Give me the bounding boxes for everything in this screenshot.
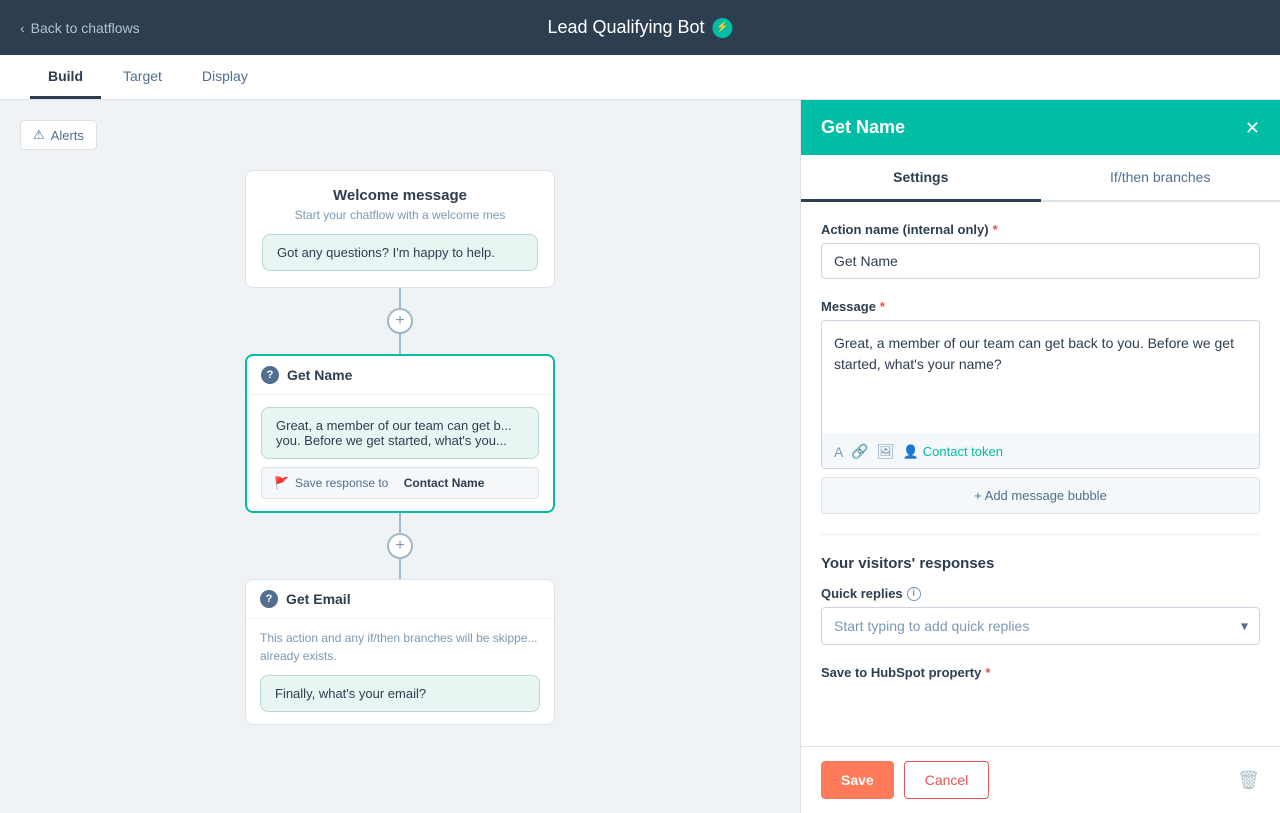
- quick-replies-select[interactable]: Start typing to add quick replies: [821, 607, 1260, 645]
- quick-replies-select-wrapper: Start typing to add quick replies: [821, 607, 1260, 645]
- canvas-area: ⚠ Alerts Welcome message Start your chat…: [0, 100, 800, 813]
- welcome-bubble: Got any questions? I'm happy to help.: [262, 234, 538, 271]
- panel-body: Action name (internal only) * Message * …: [801, 202, 1280, 746]
- cancel-button[interactable]: Cancel: [904, 761, 990, 799]
- connector-line-4: [399, 559, 401, 579]
- connector-line-3: [399, 513, 401, 533]
- alerts-icon: ⚠: [33, 127, 45, 143]
- alerts-label: Alerts: [51, 128, 84, 143]
- add-bubble-button[interactable]: + Add message bubble: [821, 477, 1260, 514]
- get-name-block: ? Get Name Great, a member of our team c…: [245, 354, 555, 513]
- get-name-header: ? Get Name: [247, 356, 553, 395]
- quick-replies-info-icon[interactable]: i: [907, 587, 921, 601]
- message-toolbar: A 🔗 🖼 👤 Contact token: [822, 434, 1259, 468]
- add-step-btn-1[interactable]: +: [387, 308, 413, 334]
- back-link-label: Back to chatflows: [31, 20, 140, 36]
- panel-tab-settings[interactable]: Settings: [801, 155, 1041, 202]
- main-layout: ⚠ Alerts Welcome message Start your chat…: [0, 100, 1280, 813]
- message-group: Message * A 🔗 🖼 👤 Contact token: [821, 299, 1260, 514]
- tab-target[interactable]: Target: [105, 56, 180, 99]
- connector-line-1: [399, 288, 401, 308]
- toolbar-image-icon[interactable]: 🖼: [877, 443, 895, 460]
- nav-title-text: Lead Qualifying Bot: [547, 17, 704, 38]
- nav-title: Lead Qualifying Bot ⚡: [547, 17, 732, 38]
- get-email-header: ? Get Email: [246, 580, 554, 619]
- get-name-icon: ?: [261, 366, 279, 384]
- get-email-bubble: Finally, what's your email?: [260, 675, 540, 712]
- welcome-block: Welcome message Start your chatflow with…: [245, 170, 555, 288]
- add-step-btn-2[interactable]: +: [387, 533, 413, 559]
- nav-status-icon: ⚡: [713, 18, 733, 38]
- action-name-input[interactable]: [821, 243, 1260, 279]
- visitors-responses-section: Your visitors' responses Quick replies i…: [821, 555, 1260, 680]
- get-name-title: Get Name: [287, 367, 352, 383]
- connector-line-2: [399, 334, 401, 354]
- back-chevron-icon: ‹: [20, 20, 25, 36]
- quick-replies-group: Quick replies i Start typing to add quic…: [821, 586, 1260, 645]
- delete-icon[interactable]: 🗑: [1237, 770, 1260, 791]
- back-to-chatflows-link[interactable]: ‹ Back to chatflows: [20, 20, 140, 36]
- top-nav: ‹ Back to chatflows Lead Qualifying Bot …: [0, 0, 1280, 55]
- panel-footer: Save Cancel 🗑: [801, 746, 1280, 813]
- flag-icon: 🚩: [274, 476, 289, 490]
- save-response-target: Contact Name: [404, 476, 485, 490]
- get-name-body: Great, a member of our team can get b...…: [247, 395, 553, 511]
- canvas-content: Welcome message Start your chatflow with…: [20, 120, 780, 725]
- action-name-required: *: [993, 222, 998, 237]
- save-hubspot-group: Save to HubSpot property *: [821, 665, 1260, 680]
- welcome-block-subtitle: Start your chatflow with a welcome mes: [262, 208, 538, 222]
- message-textarea[interactable]: [822, 321, 1259, 429]
- panel-tabs: Settings If/then branches: [801, 155, 1280, 202]
- connector-2: +: [387, 513, 413, 579]
- divider-1: [821, 534, 1260, 535]
- get-email-dim-text: This action and any if/then branches wil…: [246, 619, 554, 675]
- panel-tab-ifthen[interactable]: If/then branches: [1041, 155, 1280, 202]
- save-response-row: 🚩 Save response to Contact Name: [261, 467, 539, 499]
- get-name-bubble: Great, a member of our team can get b...…: [261, 407, 539, 459]
- action-name-label: Action name (internal only) *: [821, 222, 1260, 237]
- tab-display[interactable]: Display: [184, 56, 266, 99]
- alerts-button[interactable]: ⚠ Alerts: [20, 120, 97, 150]
- person-icon: 👤: [903, 444, 919, 460]
- save-hubspot-label: Save to HubSpot property *: [821, 665, 1260, 680]
- save-response-label: Save response to: [295, 476, 388, 490]
- message-editor: A 🔗 🖼 👤 Contact token: [821, 320, 1260, 469]
- save-hubspot-required: *: [985, 665, 990, 680]
- quick-replies-label: Quick replies i: [821, 586, 1260, 601]
- toolbar-bold-icon[interactable]: A: [834, 444, 843, 460]
- visitors-responses-title: Your visitors' responses: [821, 555, 1260, 572]
- toolbar-link-icon[interactable]: 🔗: [851, 443, 868, 460]
- contact-token-button[interactable]: 👤 Contact token: [903, 444, 1003, 460]
- get-email-icon: ?: [260, 590, 278, 608]
- panel-header: Get Name ✕: [801, 100, 1280, 155]
- connector-1: +: [387, 288, 413, 354]
- action-name-group: Action name (internal only) *: [821, 222, 1260, 279]
- panel-title: Get Name: [821, 117, 905, 138]
- save-button[interactable]: Save: [821, 761, 894, 799]
- footer-actions: Save Cancel: [821, 761, 989, 799]
- tab-bar: Build Target Display: [0, 55, 1280, 100]
- get-email-block: ? Get Email This action and any if/then …: [245, 579, 555, 725]
- panel-close-button[interactable]: ✕: [1245, 119, 1260, 137]
- message-required: *: [880, 299, 885, 314]
- get-email-title: Get Email: [286, 591, 351, 607]
- right-panel: Get Name ✕ Settings If/then branches Act…: [800, 100, 1280, 813]
- message-label: Message *: [821, 299, 1260, 314]
- tab-build[interactable]: Build: [30, 56, 101, 99]
- welcome-block-title: Welcome message: [262, 187, 538, 204]
